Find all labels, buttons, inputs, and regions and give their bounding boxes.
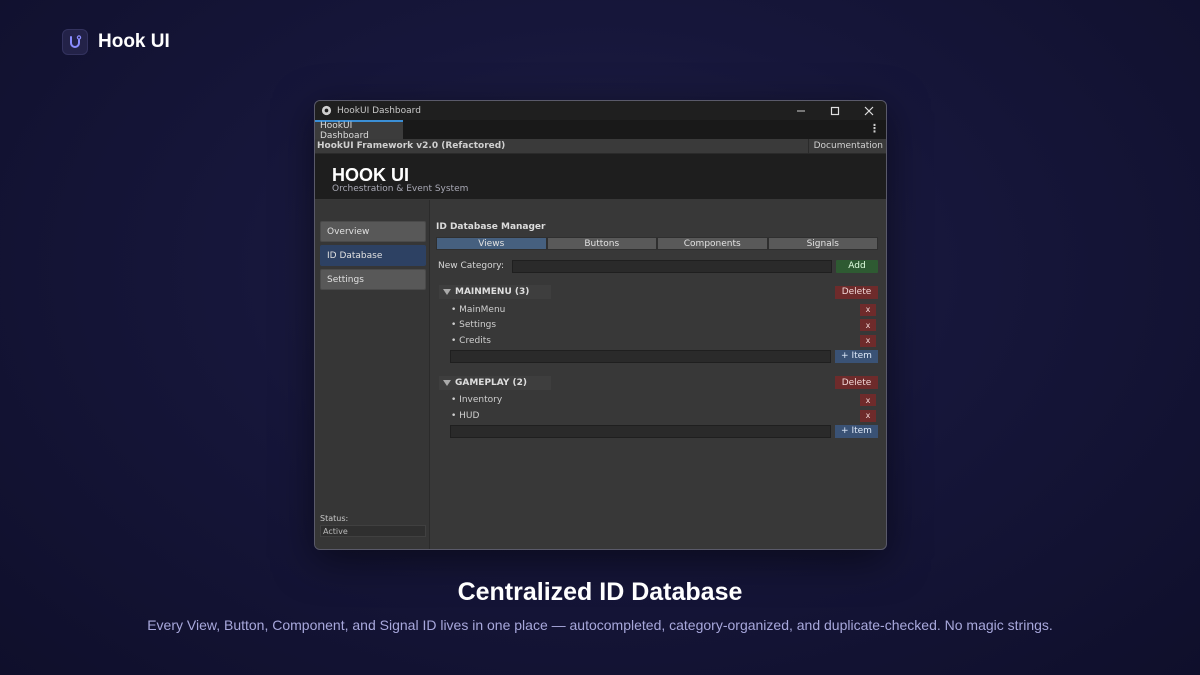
category-header: MAINMENU (3) Delete — [436, 285, 878, 299]
remove-item-button[interactable]: x — [860, 319, 876, 332]
sidebar-item-settings[interactable]: Settings — [320, 269, 426, 290]
category-name: MAINMENU (3) — [455, 287, 530, 297]
new-item-input[interactable] — [450, 424, 831, 438]
sidebar: Overview ID Database Settings Status: Ac… — [315, 200, 430, 549]
tab-views[interactable]: Views — [436, 237, 547, 250]
remove-item-button[interactable]: x — [860, 394, 876, 407]
item-label: • Inventory — [451, 395, 503, 406]
item-label: • MainMenu — [451, 304, 506, 315]
status-field: Active — [320, 525, 426, 537]
add-category-button[interactable]: Add — [836, 259, 878, 273]
delete-category-button[interactable]: Delete — [835, 285, 878, 299]
id-type-tabs: Views Buttons Components Signals — [436, 237, 878, 250]
sidebar-item-label: Overview — [327, 226, 370, 237]
sidebar-item-overview[interactable]: Overview — [320, 221, 426, 242]
category-gameplay: GAMEPLAY (2) Delete • Inventory x • HUD … — [436, 375, 878, 439]
new-category-label: New Category: — [438, 261, 504, 271]
brand-name: Hook UI — [98, 31, 170, 52]
new-category-input[interactable] — [512, 259, 832, 273]
add-item-button[interactable]: + Item — [835, 424, 878, 438]
remove-item-button[interactable]: x — [860, 303, 876, 316]
dashboard-window: HookUI Dashboard HookUI Dashboard ⋮ Hook… — [314, 100, 887, 550]
framework-label: HookUI Framework v2.0 (Refactored) — [317, 141, 506, 151]
add-item-row: + Item — [436, 349, 878, 364]
hook-logo-icon — [62, 29, 88, 55]
remove-item-button[interactable]: x — [860, 334, 876, 347]
brand: Hook UI — [62, 29, 170, 55]
header-title: HOOK UI — [332, 165, 410, 185]
caption-subtitle: Every View, Button, Component, and Signa… — [147, 617, 1053, 633]
sidebar-item-label: Settings — [327, 274, 364, 285]
kebab-menu-icon[interactable]: ⋮ — [869, 122, 880, 135]
tab-signals[interactable]: Signals — [767, 237, 878, 250]
list-item: • Credits x — [436, 333, 878, 349]
tab-label: HookUI Dashboard — [320, 120, 369, 141]
category-mainmenu: MAINMENU (3) Delete • MainMenu x • Setti… — [436, 285, 878, 364]
tab-hookui-dashboard[interactable]: HookUI Dashboard — [315, 120, 403, 141]
item-label: • Credits — [451, 335, 491, 346]
category-name: GAMEPLAY (2) — [455, 377, 528, 388]
category-header: GAMEPLAY (2) Delete — [436, 375, 878, 390]
delete-category-button[interactable]: Delete — [835, 376, 878, 389]
item-label: • Settings — [451, 320, 497, 331]
item-label: • HUD — [451, 410, 480, 421]
category-foldout[interactable]: GAMEPLAY (2) — [439, 375, 551, 390]
id-database-panel: ID Database Manager Views Buttons Compon… — [430, 200, 886, 549]
triangle-down-icon — [443, 289, 451, 295]
add-item-row: + Item — [436, 424, 878, 439]
tab-label: Signals — [806, 238, 839, 249]
minimize-button[interactable] — [784, 101, 818, 120]
list-item: • HUD x — [436, 408, 878, 424]
sidebar-item-id-database[interactable]: ID Database — [320, 245, 426, 266]
editor-tabstrip: HookUI Dashboard ⋮ — [315, 120, 886, 141]
triangle-down-icon — [443, 379, 451, 386]
status-label: Status: — [320, 514, 349, 523]
new-item-input[interactable] — [450, 349, 831, 363]
new-category-row: New Category: Add — [436, 259, 878, 273]
close-button[interactable] — [852, 101, 886, 120]
list-item: • Settings x — [436, 318, 878, 334]
window-titlebar[interactable]: HookUI Dashboard — [315, 101, 886, 120]
dashboard-body: Overview ID Database Settings Status: Ac… — [315, 200, 886, 549]
tab-label: Components — [683, 238, 741, 249]
documentation-button[interactable]: Documentation — [807, 138, 886, 154]
caption-title: Centralized ID Database — [457, 578, 743, 606]
tab-buttons[interactable]: Buttons — [546, 237, 657, 250]
list-item: • MainMenu x — [436, 302, 878, 318]
close-icon — [864, 106, 874, 115]
dashboard-header: HOOK UI Orchestration & Event System — [315, 154, 886, 199]
list-item: • Inventory x — [436, 393, 878, 409]
sidebar-item-label: ID Database — [327, 250, 383, 261]
minimize-icon — [797, 110, 805, 111]
maximize-button[interactable] — [818, 101, 852, 120]
maximize-icon — [830, 106, 840, 115]
tab-components[interactable]: Components — [657, 237, 768, 250]
window-title: HookUI Dashboard — [337, 105, 421, 116]
remove-item-button[interactable]: x — [860, 409, 876, 422]
app-icon — [321, 105, 332, 116]
manager-title: ID Database Manager — [436, 222, 546, 232]
add-item-button[interactable]: + Item — [835, 349, 878, 363]
tab-label: Buttons — [584, 238, 620, 249]
toolbar: HookUI Framework v2.0 (Refactored) Docum… — [315, 138, 886, 154]
tab-label: Views — [478, 238, 505, 249]
category-foldout[interactable]: MAINMENU (3) — [439, 285, 551, 299]
header-subtitle: Orchestration & Event System — [332, 184, 469, 194]
